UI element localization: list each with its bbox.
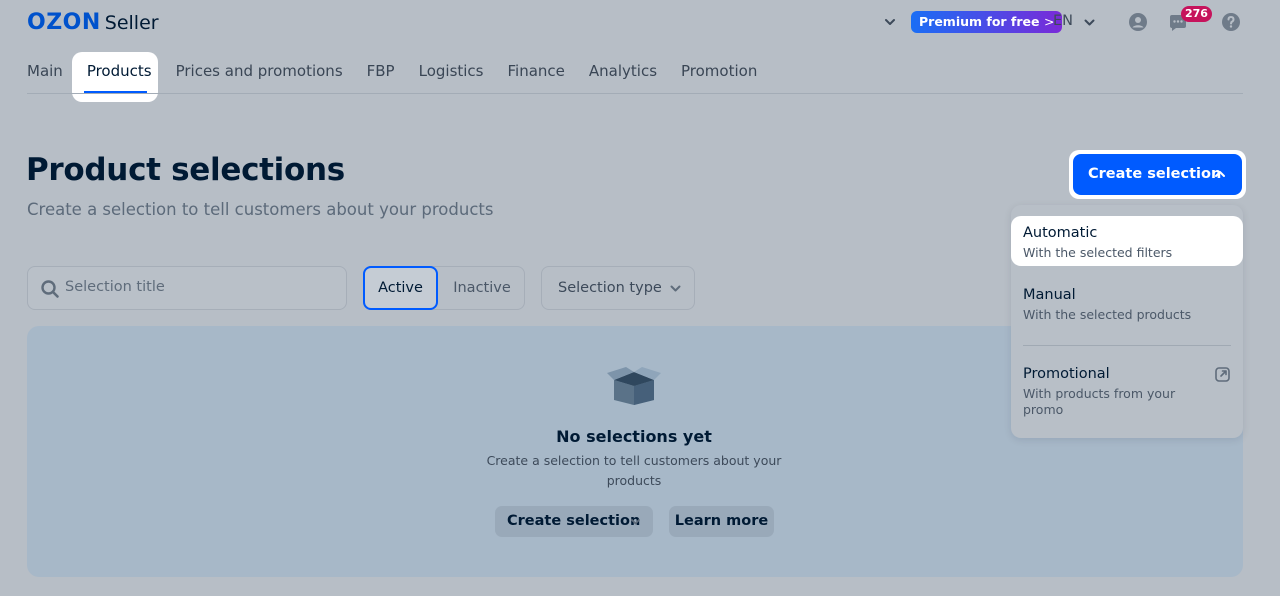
create-selection-button[interactable]: Create selection xyxy=(1073,154,1242,195)
search-icon xyxy=(41,280,59,298)
page-subtitle: Create a selection to tell customers abo… xyxy=(27,200,494,219)
menu-item-automatic-description: With the selected filters xyxy=(1023,245,1173,260)
status-inactive-button[interactable]: Inactive xyxy=(440,266,524,310)
chevron-down-icon xyxy=(631,519,640,525)
learn-more-button[interactable]: Learn more xyxy=(669,506,774,537)
notifications-badge: 276 xyxy=(1181,6,1212,22)
main-nav: Main Products Prices and promotions FBP … xyxy=(27,62,781,80)
premium-label: Premium for free xyxy=(919,14,1040,29)
tab-promotion[interactable]: Promotion xyxy=(681,62,757,80)
chevron-down-icon xyxy=(670,285,681,292)
question-circle-icon[interactable] xyxy=(1221,12,1241,32)
tab-finance[interactable]: Finance xyxy=(508,62,565,80)
ozon-seller-logo[interactable]: OZON Seller xyxy=(27,10,159,35)
search-field[interactable]: Selection title xyxy=(27,266,347,310)
tab-logistics[interactable]: Logistics xyxy=(419,62,484,80)
empty-state-description: Create a selection to tell customers abo… xyxy=(486,453,782,488)
tab-fbp[interactable]: FBP xyxy=(367,62,395,80)
tab-products[interactable]: Products xyxy=(87,62,152,80)
search-placeholder: Selection title xyxy=(65,279,165,295)
tab-analytics[interactable]: Analytics xyxy=(589,62,657,80)
menu-item-promotional-description: With products from your promo xyxy=(1023,386,1176,417)
external-link-icon xyxy=(1215,367,1230,382)
chevron-down-icon[interactable] xyxy=(883,15,897,29)
logo-brand: OZON xyxy=(27,10,101,35)
menu-item-automatic-title: Automatic xyxy=(1023,225,1098,241)
empty-create-selection-button[interactable]: Create selection xyxy=(495,506,653,537)
chevron-up-icon xyxy=(1215,171,1225,177)
nav-divider xyxy=(27,93,1243,94)
selection-type-dropdown[interactable]: Selection type xyxy=(541,266,695,310)
page-title: Product selections xyxy=(26,152,345,188)
menu-item-manual[interactable]: Manual xyxy=(1023,287,1076,303)
selection-type-label: Selection type xyxy=(558,280,662,296)
menu-divider xyxy=(1023,345,1231,346)
empty-create-selection-label: Create selection xyxy=(507,513,641,529)
tab-prices-and-promotions[interactable]: Prices and promotions xyxy=(176,62,343,80)
open-box-icon xyxy=(607,367,661,405)
logo-product: Seller xyxy=(104,12,159,34)
menu-item-promotional[interactable]: Promotional xyxy=(1023,366,1110,382)
menu-item-manual-description: With the selected products xyxy=(1023,307,1192,322)
user-circle-icon[interactable] xyxy=(1128,12,1148,32)
chevron-down-icon[interactable] xyxy=(1083,16,1096,29)
create-selection-label: Create selection xyxy=(1088,166,1222,182)
language-selector[interactable]: EN xyxy=(1053,13,1073,29)
tab-main[interactable]: Main xyxy=(27,62,63,80)
status-active-button[interactable]: Active xyxy=(363,266,438,310)
premium-button[interactable]: Premium for free > xyxy=(911,11,1062,33)
